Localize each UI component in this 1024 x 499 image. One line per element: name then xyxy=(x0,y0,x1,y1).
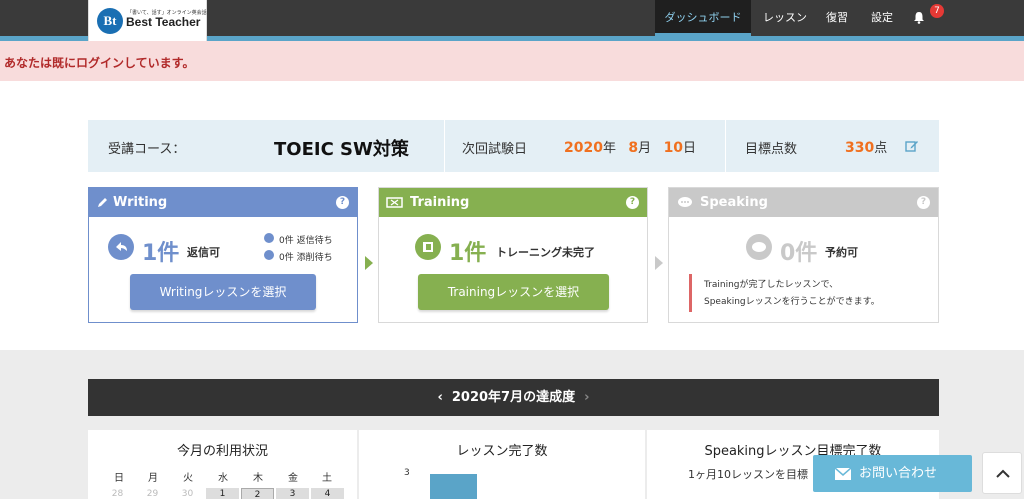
book-icon xyxy=(415,234,441,260)
speaking-note-line2: Speakingレッスンを行うことができます。 xyxy=(704,297,880,307)
calendar-day[interactable]: 2 xyxy=(241,488,274,499)
calendar-day[interactable]: 3 xyxy=(276,488,309,499)
calendar-day: 29 xyxy=(146,489,159,499)
next-month-icon[interactable]: › xyxy=(584,390,589,405)
axis-tick: 3 xyxy=(404,468,410,478)
usage-title: 今月の利用状況 xyxy=(176,444,268,459)
writing-select-button[interactable]: Writingレッスンを選択 xyxy=(130,274,316,310)
mail-icon xyxy=(835,468,851,480)
pencil-icon xyxy=(98,198,107,207)
scroll-top-button[interactable] xyxy=(982,452,1022,494)
notification-badge: 7 xyxy=(930,4,944,18)
nav-settings[interactable]: 設定 xyxy=(871,0,893,36)
writing-status: 返信可 xyxy=(187,246,220,259)
nav-dashboard[interactable]: ダッシュボード xyxy=(655,0,751,36)
speaking-count: 0件 xyxy=(780,241,818,266)
month-selector: ‹ 2020年7月の達成度 › xyxy=(88,379,939,416)
exam-date: 2020年 8月 10日 xyxy=(564,140,697,156)
speaking-header: Speaking ? xyxy=(669,188,938,217)
writing-header: Writing ? xyxy=(89,188,357,217)
nav-lessons[interactable]: レッスン xyxy=(763,0,807,36)
note-accent xyxy=(689,274,692,312)
training-card: Training ? 1件 トレーニング未完了 Trainingレッスンを選択 xyxy=(378,187,648,323)
month-title: 2020年7月の達成度 xyxy=(451,390,576,405)
writing-card: Writing ? 1件 返信可 0件 返信待ち 0件 添削待ち Writing… xyxy=(88,187,358,323)
training-title: Training xyxy=(410,195,470,210)
speaking-target-sub: 1ヶ月10レッスンを目標 xyxy=(688,468,808,481)
lessons-title: レッスン完了数 xyxy=(456,444,548,459)
writing-count: 1件 xyxy=(142,241,180,266)
calendar-day: 28 xyxy=(111,489,124,499)
target-score: 330点 xyxy=(845,140,888,156)
login-alert: あなたは既にログインしています。 xyxy=(0,41,1024,81)
speaking-icon xyxy=(678,197,692,207)
waiting-reply: 0件 返信待ち xyxy=(279,236,333,246)
hourglass-icon xyxy=(264,233,274,243)
weekday-label: 日 xyxy=(114,473,124,484)
target-label: 目標点数 xyxy=(745,142,798,157)
lessons-panel: レッスン完了数 3 xyxy=(359,430,645,499)
chevron-up-icon xyxy=(996,469,1010,478)
divider xyxy=(725,120,726,172)
bell-icon[interactable] xyxy=(913,11,925,24)
prev-month-icon[interactable]: ‹ xyxy=(437,390,442,405)
logo-mark: Bt xyxy=(97,8,123,34)
weekday-label: 月 xyxy=(148,473,158,484)
course-label: 受講コース： xyxy=(108,142,186,157)
training-count: 1件 xyxy=(449,241,487,266)
speaking-title: Speaking xyxy=(700,195,768,210)
course-summary: 受講コース： TOEIC SW対策 次回試験日 2020年 8月 10日 目標点… xyxy=(88,120,939,172)
exam-label: 次回試験日 xyxy=(462,142,528,157)
speaking-note-line1: Trainingが完了したレッスンで、 xyxy=(704,280,839,290)
help-icon[interactable]: ? xyxy=(336,196,349,209)
training-header: Training ? xyxy=(379,188,647,217)
arrow-right-icon xyxy=(655,256,663,270)
contact-label: お問い合わせ xyxy=(859,466,938,481)
weekday-label: 金 xyxy=(288,473,298,484)
calendar-day[interactable]: 4 xyxy=(311,488,344,499)
calendar-day: 30 xyxy=(181,489,194,499)
weekday-label: 土 xyxy=(322,473,332,484)
training-status: トレーニング未完了 xyxy=(496,246,595,259)
divider xyxy=(444,120,445,172)
weekday-label: 火 xyxy=(183,473,193,484)
training-select-button[interactable]: Trainingレッスンを選択 xyxy=(418,274,609,310)
lesson-bar xyxy=(430,474,477,499)
reply-icon xyxy=(108,234,134,260)
chat-icon xyxy=(746,234,772,260)
weekday-label: 木 xyxy=(253,473,263,484)
weekday-label: 水 xyxy=(218,473,228,484)
calendar-day[interactable]: 1 xyxy=(206,488,239,499)
waiting-correction: 0件 添削待ち xyxy=(279,253,333,263)
edit-icon[interactable] xyxy=(905,139,919,153)
help-icon[interactable]: ? xyxy=(917,196,930,209)
logo[interactable]: Bt 「書いて、話す」オンライン英会話 Best Teacher xyxy=(88,0,207,43)
logo-name: Best Teacher xyxy=(126,15,201,29)
writing-title: Writing xyxy=(113,195,168,210)
contact-button[interactable]: お問い合わせ xyxy=(813,455,972,492)
correction-icon xyxy=(264,250,274,260)
speaking-status: 予約可 xyxy=(825,246,858,259)
speaking-card: Speaking ? 0件 予約可 Trainingが完了したレッスンで、 Sp… xyxy=(668,187,939,323)
help-icon[interactable]: ? xyxy=(626,196,639,209)
arrow-right-icon xyxy=(365,256,373,270)
course-name: TOEIC SW対策 xyxy=(274,139,409,160)
training-icon xyxy=(386,197,403,208)
nav-review[interactable]: 復習 xyxy=(826,0,848,36)
